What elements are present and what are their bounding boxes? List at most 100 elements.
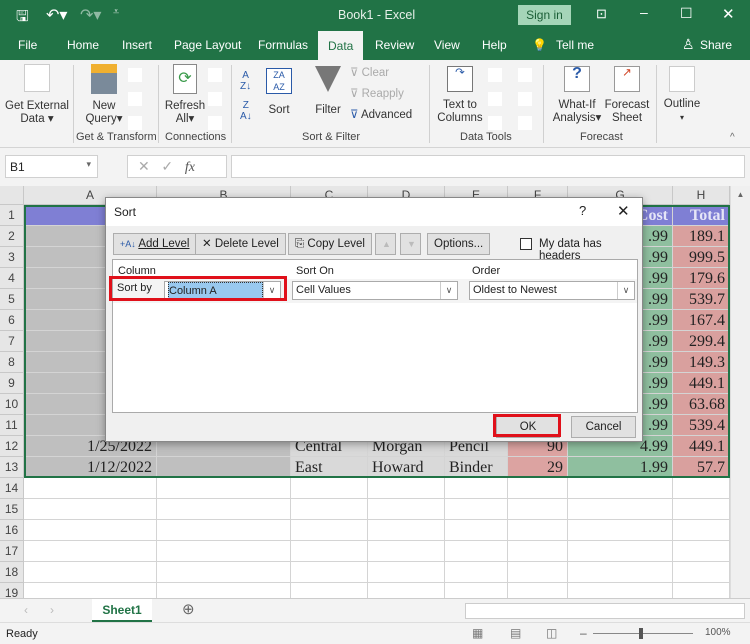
dialog-close-button[interactable]: ✕ [617, 202, 630, 220]
cell-H8[interactable]: 149.3 [673, 352, 730, 373]
cell-B16[interactable] [157, 520, 291, 541]
redo-icon[interactable]: ↷▾ [80, 5, 101, 25]
advanced-button[interactable]: ⊽ Advanced [350, 109, 412, 122]
refresh-all-button[interactable]: ⟳ Refresh All▾ [164, 64, 206, 126]
data-tools-icons-2[interactable] [518, 68, 532, 138]
get-external-data-button[interactable]: Get External Data ▾ [4, 64, 70, 126]
cell-D18[interactable] [368, 562, 445, 583]
cell-C13[interactable]: East [291, 457, 368, 478]
sort-on-select[interactable]: Cell Values ∨ [292, 281, 458, 300]
tab-review[interactable]: Review [375, 38, 414, 52]
cell-H2[interactable]: 189.1 [673, 226, 730, 247]
cell-H5[interactable]: 539.7 [673, 289, 730, 310]
name-box[interactable]: B1 ▾ [5, 155, 98, 178]
row-header-17[interactable]: 17 [0, 541, 24, 562]
cell-E16[interactable] [445, 520, 508, 541]
cell-G18[interactable] [568, 562, 673, 583]
row-header-13[interactable]: 13 [0, 457, 24, 478]
add-sheet-icon[interactable]: ⊕ [182, 600, 195, 618]
row-header-1[interactable]: 1 [0, 205, 24, 226]
connection-small-icons[interactable] [208, 68, 222, 138]
tab-page-layout[interactable]: Page Layout [174, 38, 241, 52]
cell-H12[interactable]: 449.1 [673, 436, 730, 457]
tab-home[interactable]: Home [67, 38, 99, 52]
cell-C17[interactable] [291, 541, 368, 562]
copy-level-button[interactable]: ⎘ Copy Level [288, 233, 372, 255]
cell-B15[interactable] [157, 499, 291, 520]
cell-H13[interactable]: 57.7 [673, 457, 730, 478]
cell-A17[interactable] [24, 541, 157, 562]
row-header-11[interactable]: 11 [0, 415, 24, 436]
filter-button[interactable]: Filter [312, 66, 344, 117]
cell-C16[interactable] [291, 520, 368, 541]
cell-H3[interactable]: 999.5 [673, 247, 730, 268]
cell-F15[interactable] [508, 499, 568, 520]
order-select[interactable]: Oldest to Newest ∨ [469, 281, 635, 300]
tab-help[interactable]: Help [482, 38, 507, 52]
cell-A16[interactable] [24, 520, 157, 541]
row-header-16[interactable]: 16 [0, 520, 24, 541]
undo-icon[interactable]: ↶▾ [46, 5, 67, 25]
row-header-14[interactable]: 14 [0, 478, 24, 499]
cell-G13[interactable]: 1.99 [568, 457, 673, 478]
cell-D14[interactable] [368, 478, 445, 499]
row-header-3[interactable]: 3 [0, 247, 24, 268]
cell-A15[interactable] [24, 499, 157, 520]
cell-C18[interactable] [291, 562, 368, 583]
cell-H4[interactable]: 179.6 [673, 268, 730, 289]
row-header-5[interactable]: 5 [0, 289, 24, 310]
page-layout-view-icon[interactable]: ▤ [510, 626, 521, 640]
cell-E15[interactable] [445, 499, 508, 520]
cell-A13[interactable]: 1/12/2022 [24, 457, 157, 478]
enter-icon[interactable]: ✓ [161, 158, 173, 174]
scroll-up-icon[interactable]: ▲ [731, 190, 750, 199]
cell-F14[interactable] [508, 478, 568, 499]
ribbon-display-icon[interactable]: ⊡ [596, 6, 607, 22]
sort-button[interactable]: ZA AZ Sort [264, 68, 294, 117]
options-button[interactable]: Options... [427, 233, 491, 255]
cell-F18[interactable] [508, 562, 568, 583]
zoom-slider[interactable] [593, 628, 693, 639]
cell-H1[interactable]: Total [673, 205, 730, 226]
tell-me-search[interactable]: Tell me [556, 38, 594, 52]
function-icon[interactable]: fx [185, 160, 195, 175]
add-level-button[interactable]: +A↓ Add Level [113, 233, 197, 255]
row-header-15[interactable]: 15 [0, 499, 24, 520]
maximize-button[interactable]: ☐ [680, 5, 693, 22]
cell-H9[interactable]: 449.1 [673, 373, 730, 394]
formula-input[interactable] [231, 155, 745, 178]
cell-F16[interactable] [508, 520, 568, 541]
next-sheet-icon[interactable]: › [50, 603, 54, 617]
row-header-10[interactable]: 10 [0, 394, 24, 415]
cell-F13[interactable]: 29 [508, 457, 568, 478]
cell-B17[interactable] [157, 541, 291, 562]
sign-in-button[interactable]: Sign in [518, 5, 571, 25]
cancel-button[interactable]: Cancel [571, 416, 636, 438]
select-all-corner[interactable] [0, 186, 24, 205]
normal-view-icon[interactable]: ▦ [472, 626, 483, 640]
tab-insert[interactable]: Insert [122, 38, 152, 52]
cell-D13[interactable]: Howard [368, 457, 445, 478]
page-break-view-icon[interactable]: ◫ [546, 626, 557, 640]
clear-button[interactable]: ⊽ Clear [350, 67, 389, 80]
tab-view[interactable]: View [434, 38, 460, 52]
zoom-out-icon[interactable]: – [580, 626, 587, 640]
cell-A18[interactable] [24, 562, 157, 583]
cell-H15[interactable] [673, 499, 730, 520]
share-button[interactable]: Share [700, 38, 732, 52]
cell-G15[interactable] [568, 499, 673, 520]
customize-qat-icon[interactable]: ⩡ [113, 6, 119, 19]
cell-G17[interactable] [568, 541, 673, 562]
sheet-tab-sheet1[interactable]: Sheet1 [92, 599, 152, 622]
row-header-2[interactable]: 2 [0, 226, 24, 247]
forecast-sheet-button[interactable]: ↗ Forecast Sheet [604, 66, 650, 125]
cell-H17[interactable] [673, 541, 730, 562]
row-header-12[interactable]: 12 [0, 436, 24, 457]
sort-a-z-button[interactable]: A Z↓ [240, 70, 251, 92]
close-button[interactable]: ✕ [722, 5, 735, 23]
move-down-button[interactable]: ▼ [400, 233, 421, 255]
row-header-9[interactable]: 9 [0, 373, 24, 394]
what-if-analysis-button[interactable]: ? What-If Analysis▾ [552, 66, 602, 125]
vertical-scrollbar[interactable]: ▲ [730, 186, 750, 598]
sort-z-a-button[interactable]: Z A↓ [240, 100, 252, 122]
